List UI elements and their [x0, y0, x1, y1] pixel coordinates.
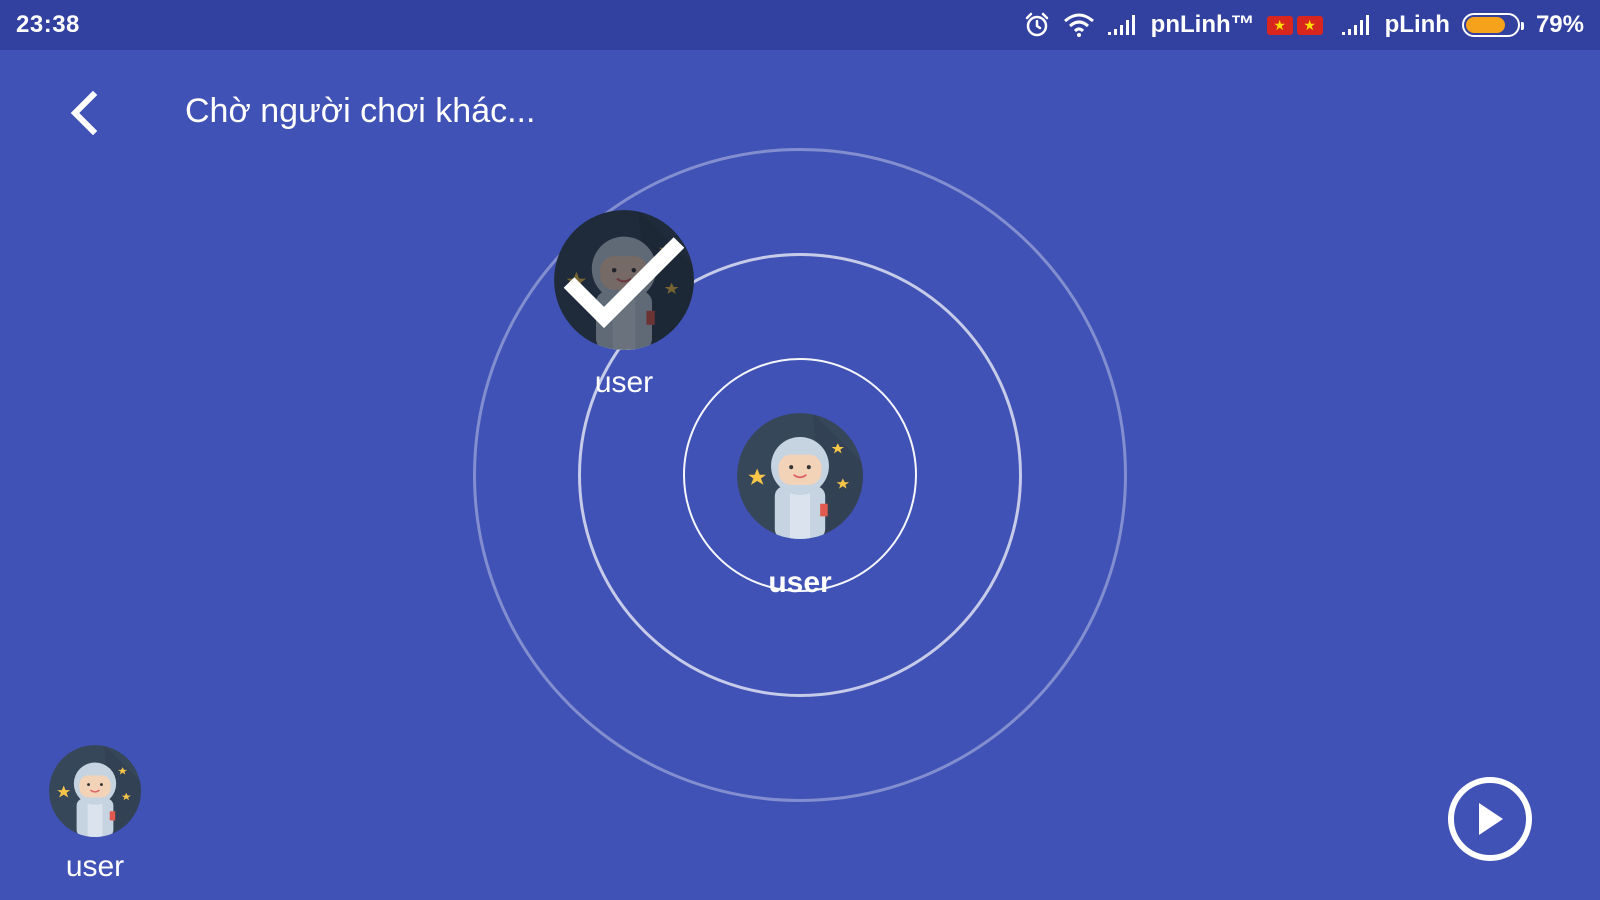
joined-player-name: user: [594, 366, 654, 399]
battery-icon: [1461, 13, 1524, 37]
vietnam-flag-icon: ★ ★: [1266, 15, 1323, 35]
signal-icon: [1107, 14, 1139, 36]
play-icon: [1479, 803, 1503, 835]
status-bar: 23:38 pnLinh™ ★ ★ pLinh 79%: [0, 0, 1600, 50]
self-player-avatar[interactable]: [49, 745, 141, 837]
astronaut-icon: [49, 745, 141, 837]
alarm-icon: [1023, 11, 1051, 39]
chevron-left-icon: [70, 91, 98, 135]
battery-level: [1465, 17, 1506, 33]
battery-percent: 79%: [1535, 11, 1584, 38]
flag-icon: ★: [1266, 15, 1293, 35]
host-player-name: user: [768, 566, 832, 599]
back-button[interactable]: [58, 86, 108, 140]
status-icons: pnLinh™ ★ ★ pLinh 79%: [1023, 11, 1584, 39]
ready-check-icon: [554, 210, 694, 350]
flag-icon: ★: [1296, 15, 1323, 35]
page-title: Chờ người chơi khác...: [185, 92, 536, 130]
wifi-icon: [1063, 12, 1095, 38]
status-time: 23:38: [16, 11, 80, 38]
start-game-button[interactable]: [1448, 777, 1532, 861]
carrier-1-label: pnLinh™: [1150, 11, 1255, 38]
signal-icon: [1341, 14, 1373, 36]
joined-player-avatar[interactable]: [554, 210, 694, 350]
waiting-room-screen: 23:38 pnLinh™ ★ ★ pLinh 79% Chờ người ch…: [0, 0, 1600, 900]
host-player-avatar[interactable]: [737, 413, 863, 539]
self-player-name: user: [65, 850, 125, 883]
carrier-2-label: pLinh: [1384, 11, 1450, 38]
astronaut-icon: [737, 413, 863, 539]
